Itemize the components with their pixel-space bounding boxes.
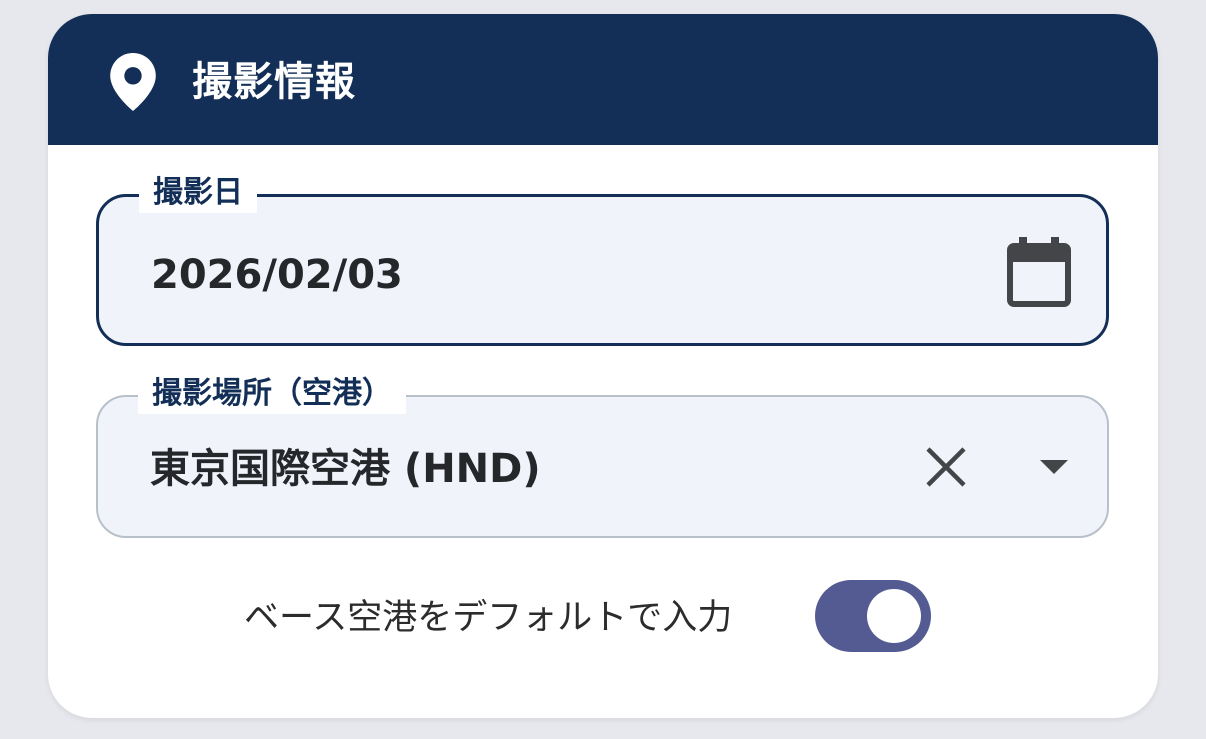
section-title: 撮影情報 [192, 59, 356, 105]
date-field-label: 撮影日 [139, 173, 257, 213]
card-header: 撮影情報 [48, 14, 1158, 145]
location-pin-icon [110, 53, 156, 111]
airport-field[interactable]: 撮影場所（空港） 東京国際空港 (HND) [96, 374, 1109, 538]
close-icon[interactable] [924, 445, 968, 489]
shooting-info-card: 撮影情報 撮影日 2026/02/03 撮影場所（空港） 東京国際空港 (HND… [48, 14, 1158, 718]
airport-field-label: 撮影場所（空港） [138, 374, 406, 414]
base-airport-toggle[interactable] [815, 580, 931, 652]
base-airport-toggle-row: ベース空港をデフォルトで入力 [48, 578, 1158, 658]
airport-field-value[interactable]: 東京国際空港 (HND) [150, 443, 541, 495]
dropdown-arrow-icon[interactable] [1038, 457, 1070, 477]
toggle-knob [867, 589, 921, 643]
base-airport-toggle-label: ベース空港をデフォルトで入力 [244, 598, 733, 638]
date-field-value[interactable]: 2026/02/03 [151, 249, 403, 301]
date-field[interactable]: 撮影日 2026/02/03 [96, 173, 1109, 346]
calendar-icon[interactable] [1007, 237, 1071, 307]
